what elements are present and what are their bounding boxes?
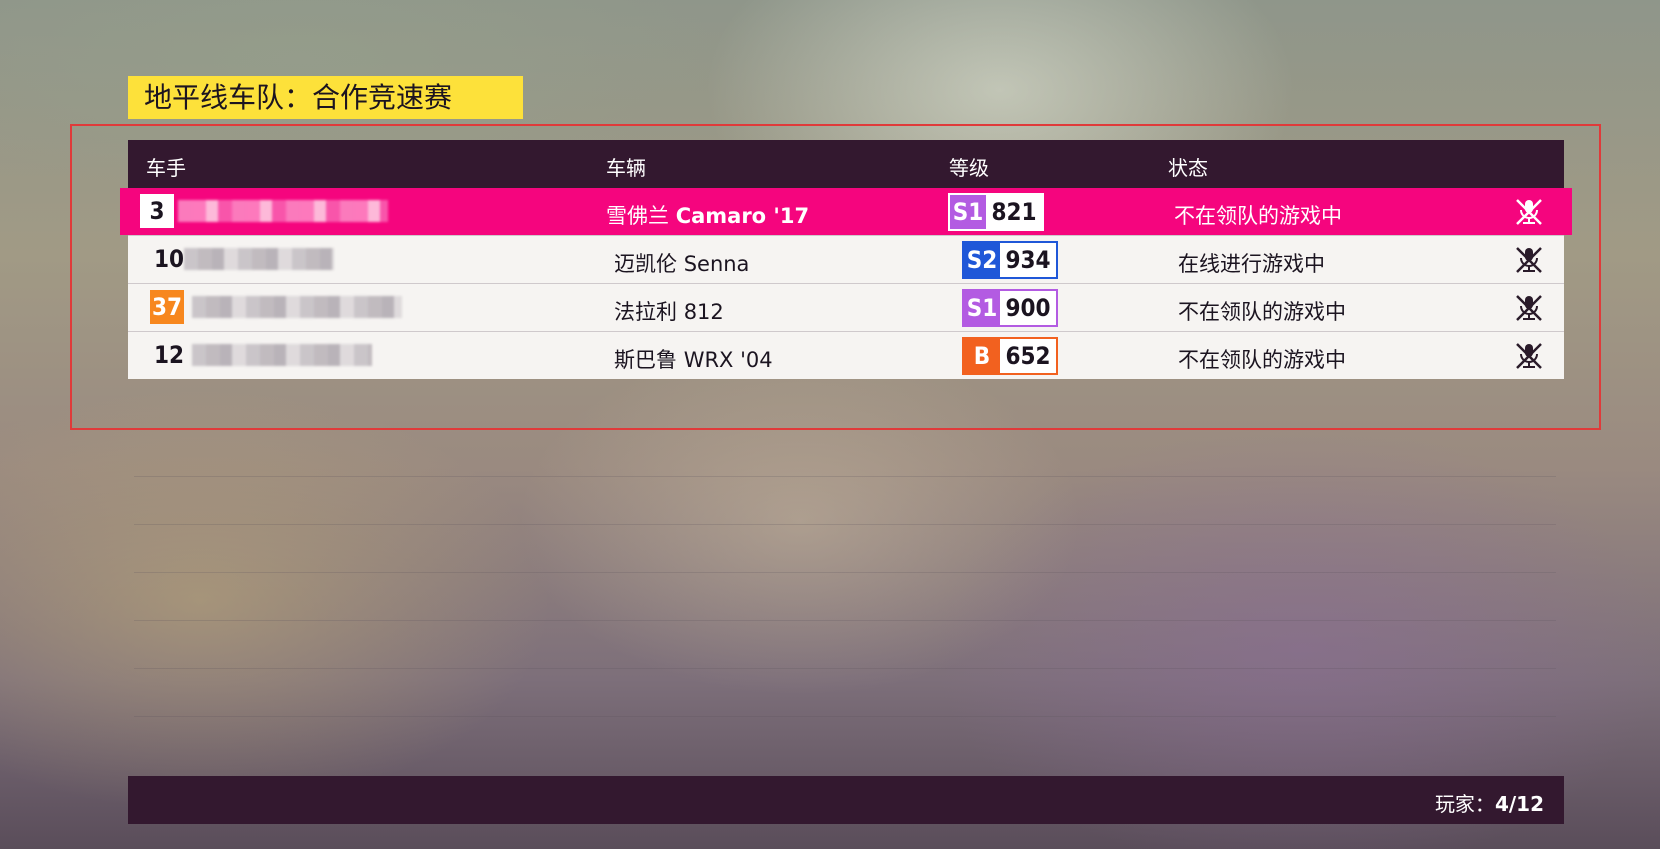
pi-value: 934	[1000, 243, 1056, 277]
player-count-value: 4/12	[1494, 792, 1544, 816]
status-text: 在线进行游戏中	[1178, 252, 1325, 276]
vehicle-model: Senna	[683, 252, 750, 276]
table-row[interactable]: 12 斯巴鲁 WRX '04 B 652 不在领队的游戏中	[128, 331, 1564, 379]
column-header-driver: 车手	[146, 156, 186, 180]
vehicle-brand: 斯巴鲁	[614, 348, 677, 372]
pi-class: S1	[950, 195, 986, 229]
driver-rank: 37	[150, 290, 184, 324]
performance-index-badge: B 652	[962, 337, 1058, 375]
status-text: 不在领队的游戏中	[1174, 204, 1342, 228]
table-row[interactable]: 10 迈凯伦 Senna S2 934 在线进行游戏中	[128, 235, 1564, 283]
driver-rank: 12	[154, 341, 185, 369]
pi-class: S2	[964, 243, 1000, 277]
driver-name-redacted	[178, 200, 388, 222]
vehicle-brand: 迈凯伦	[614, 252, 677, 276]
empty-slot	[134, 716, 1556, 764]
driver-rank: 3	[140, 194, 174, 228]
muted-microphone-icon[interactable]	[1514, 293, 1544, 323]
footer-bar: 玩家：4/12	[128, 776, 1564, 824]
driver-name-redacted	[184, 248, 334, 270]
pi-class: S1	[964, 291, 1000, 325]
empty-slot	[134, 524, 1556, 572]
page-title: 地平线车队：合作竞速赛	[128, 76, 523, 119]
driver-name-redacted	[192, 344, 372, 366]
muted-microphone-icon[interactable]	[1514, 245, 1544, 275]
muted-microphone-icon[interactable]	[1514, 197, 1544, 227]
muted-microphone-icon[interactable]	[1514, 341, 1544, 371]
player-count: 玩家：4/12	[1435, 788, 1544, 817]
pi-value: 900	[1000, 291, 1056, 325]
empty-slots	[134, 476, 1556, 764]
vehicle-model: WRX '04	[683, 348, 773, 372]
column-header-vehicle: 车辆	[606, 156, 646, 180]
driver-rank: 10	[154, 245, 185, 273]
column-header-class: 等级	[949, 156, 989, 180]
player-count-label: 玩家：	[1434, 792, 1495, 816]
vehicle-model: 812	[683, 300, 724, 324]
empty-slot	[134, 620, 1556, 668]
vehicle-brand: 雪佛兰	[606, 204, 669, 228]
table-row[interactable]: 3 雪佛兰 Camaro '17 S1 821 不在领队的游戏中	[120, 188, 1572, 235]
table-header: 车手 车辆 等级 状态	[128, 140, 1564, 188]
pi-value: 652	[1000, 339, 1056, 373]
vehicle-name: 迈凯伦 Senna	[614, 248, 749, 278]
vehicle-name: 法拉利 812	[614, 296, 724, 326]
status-text: 不在领队的游戏中	[1178, 348, 1346, 372]
table-row[interactable]: 37 法拉利 812 S1 900 不在领队的游戏中	[128, 283, 1564, 331]
empty-slot	[134, 668, 1556, 716]
vehicle-name: 斯巴鲁 WRX '04	[614, 344, 773, 374]
status-text: 不在领队的游戏中	[1178, 300, 1346, 324]
team-table: 车手 车辆 等级 状态 3 雪佛兰 Camaro '17 S1 821 不在领队…	[120, 140, 1572, 379]
driver-name-redacted	[192, 296, 402, 318]
empty-slot	[134, 572, 1556, 620]
performance-index-badge: S1 821	[948, 193, 1044, 231]
empty-slot	[134, 476, 1556, 524]
performance-index-badge: S1 900	[962, 289, 1058, 327]
column-header-status: 状态	[1168, 156, 1208, 180]
vehicle-model: Camaro '17	[675, 204, 810, 228]
vehicle-brand: 法拉利	[614, 300, 677, 324]
performance-index-badge: S2 934	[962, 241, 1058, 279]
pi-value: 821	[986, 195, 1042, 229]
pi-class: B	[964, 339, 1000, 373]
vehicle-name: 雪佛兰 Camaro '17	[606, 200, 809, 230]
